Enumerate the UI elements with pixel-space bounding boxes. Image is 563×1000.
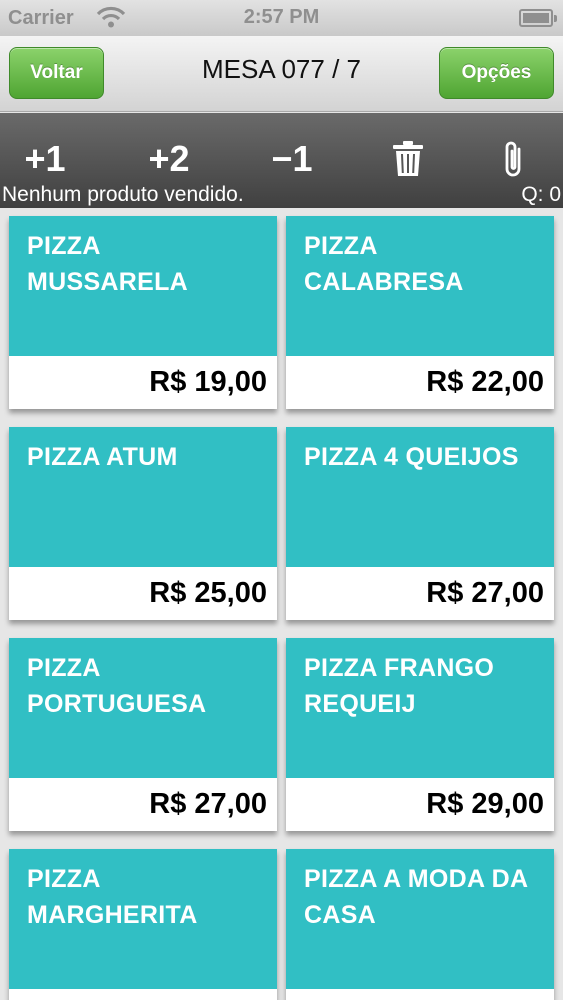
status-bar: Carrier 2:57 PM (0, 0, 563, 36)
product-name: PIZZA CALABRESA (286, 216, 554, 356)
product-name: PIZZA FRANGO REQUEIJ (286, 638, 554, 778)
product-card[interactable]: PIZZA MARGHERITA (9, 849, 277, 1000)
product-price: R$ 27,00 (286, 567, 554, 620)
product-price (286, 989, 554, 1000)
battery-icon (519, 9, 557, 27)
order-toolbar: +1 +2 −1 Nenhum produto vendido. Q: 0 (0, 113, 563, 208)
product-name: PIZZA 4 QUEIJOS (286, 427, 554, 567)
product-card[interactable]: PIZZA A MODA DA CASA (286, 849, 554, 1000)
product-card[interactable]: PIZZA FRANGO REQUEIJ R$ 29,00 (286, 638, 554, 831)
product-card[interactable]: PIZZA 4 QUEIJOS R$ 27,00 (286, 427, 554, 620)
product-name: PIZZA PORTUGUESA (9, 638, 277, 778)
product-name: PIZZA A MODA DA CASA (286, 849, 554, 989)
status-time: 2:57 PM (243, 6, 320, 28)
product-card[interactable]: PIZZA MUSSARELA R$ 19,00 (9, 216, 277, 409)
product-price: R$ 22,00 (286, 356, 554, 409)
navigation-bar: Voltar MESA 077 / 7 Opções (0, 36, 563, 112)
sale-status-text: Nenhum produto vendido. (2, 183, 244, 206)
options-button[interactable]: Opções (439, 47, 554, 99)
product-name: PIZZA MARGHERITA (9, 849, 277, 989)
add-one-button[interactable]: +1 (15, 138, 75, 180)
product-price: R$ 27,00 (9, 778, 277, 831)
product-price: R$ 25,00 (9, 567, 277, 620)
product-price: R$ 29,00 (286, 778, 554, 831)
product-grid: PIZZA MUSSARELA R$ 19,00 PIZZA CALABRESA… (0, 208, 563, 1000)
product-name: PIZZA ATUM (9, 427, 277, 567)
trash-icon[interactable] (392, 141, 424, 177)
product-price: R$ 19,00 (9, 356, 277, 409)
add-two-button[interactable]: +2 (139, 138, 199, 180)
quantity-counter: Q: 0 (521, 183, 561, 206)
product-card[interactable]: PIZZA CALABRESA R$ 22,00 (286, 216, 554, 409)
product-card[interactable]: PIZZA PORTUGUESA R$ 27,00 (9, 638, 277, 831)
paperclip-icon[interactable] (500, 139, 528, 179)
product-card[interactable]: PIZZA ATUM R$ 25,00 (9, 427, 277, 620)
remove-one-button[interactable]: −1 (262, 138, 322, 180)
product-price (9, 989, 277, 1000)
product-name: PIZZA MUSSARELA (9, 216, 277, 356)
